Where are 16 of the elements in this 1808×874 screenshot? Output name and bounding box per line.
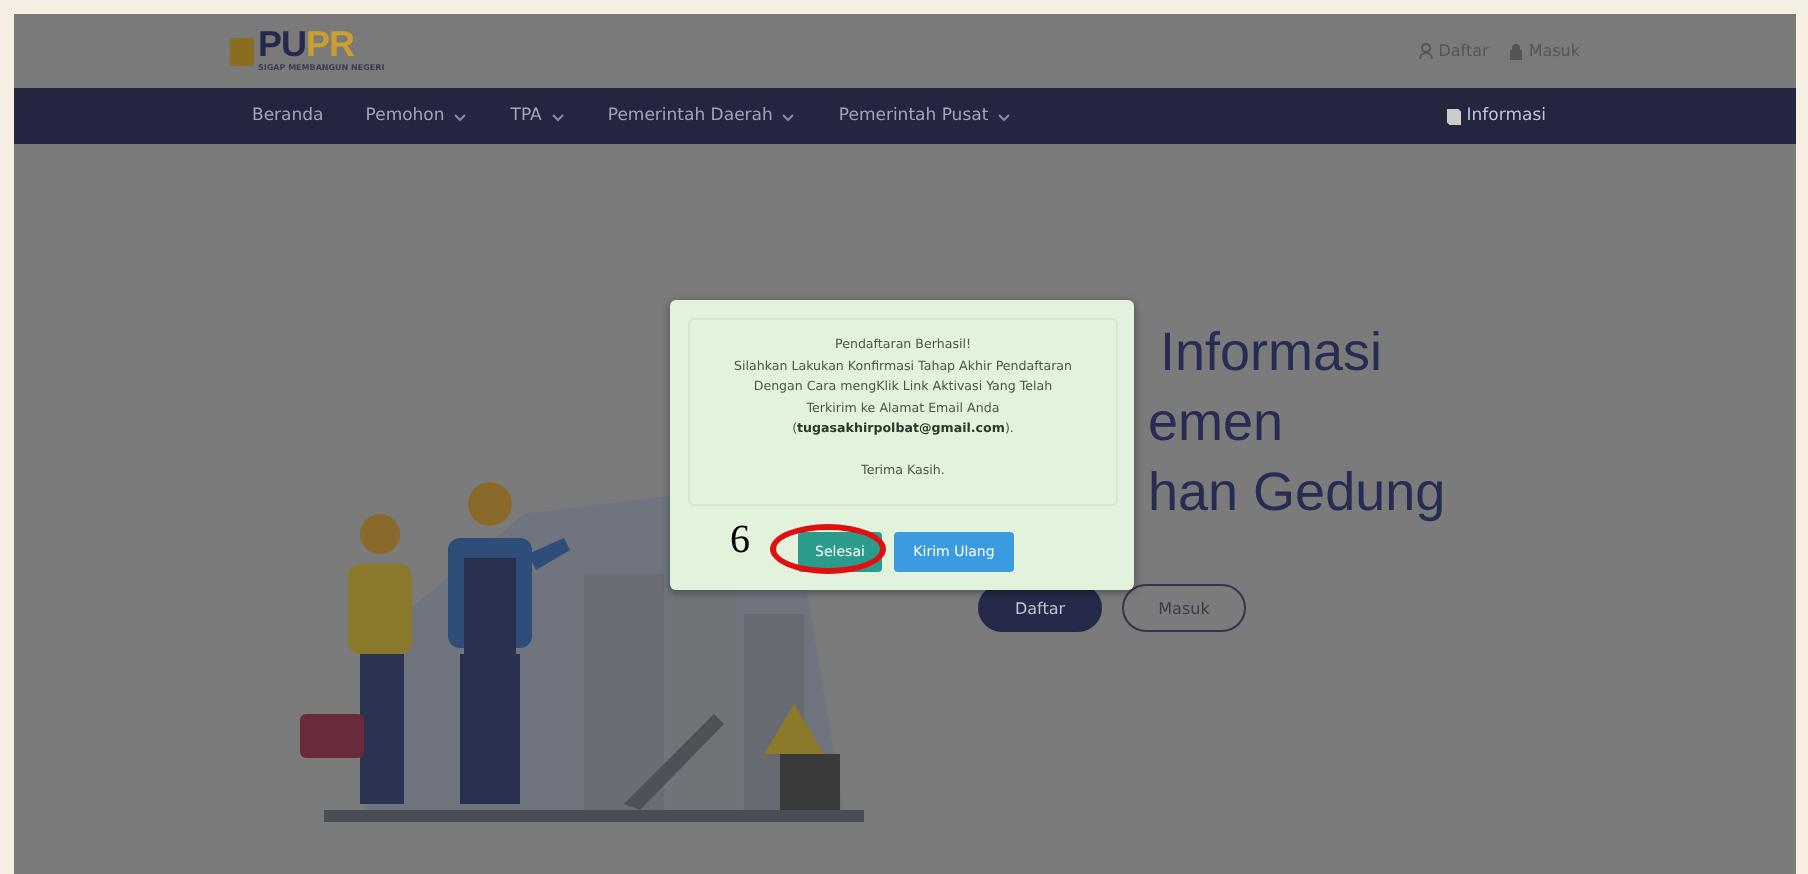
highlight-ellipse (770, 524, 886, 574)
book-icon (1446, 107, 1463, 125)
hero-title: emen (1148, 390, 1286, 456)
info-link[interactable]: Informasi (1446, 106, 1546, 126)
hero-title: Informasi (1160, 320, 1385, 386)
nav-item[interactable]: TPA (510, 106, 566, 126)
logo-text: PUPR (258, 28, 357, 62)
nav-item[interactable]: Pemerintah Pusat (838, 106, 1013, 126)
lock-icon (1508, 42, 1525, 60)
nav-item[interactable]: Pemerintah Daerah (607, 106, 797, 126)
step-number: 6 (730, 518, 750, 562)
user-icon (1418, 42, 1435, 60)
nav-item[interactable]: Pemohon (365, 106, 469, 126)
hero-title: han Gedung (1148, 460, 1446, 526)
nav-item[interactable]: Beranda (252, 106, 324, 126)
logo-icon (230, 37, 254, 65)
